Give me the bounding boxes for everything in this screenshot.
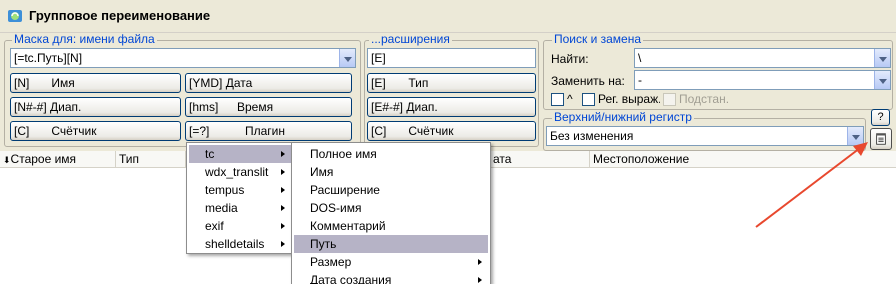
ext-type-button[interactable]: [E] Тип [367,73,536,93]
field-menu-item[interactable]: Полное имя [294,145,488,163]
caret-label: ^ [567,92,573,106]
submenu-arrow-icon [478,277,482,283]
field-menu-item[interactable]: Расширение [294,181,488,199]
replace-value: - [638,73,642,87]
regex-label: Рег. выраж. [598,92,660,106]
plugin-menu-item[interactable]: tc [189,145,291,163]
submenu-arrow-icon [281,151,285,157]
replace-combobox[interactable]: - [634,70,891,90]
regex-checkbox[interactable] [582,93,595,106]
column-old-name[interactable]: ⬇Старое имя [0,151,116,168]
column-label: ата [493,152,512,166]
replace-dropdown-button[interactable] [874,71,890,89]
button-label: Время [237,100,274,114]
button-code: [N] [14,76,30,90]
find-dropdown-button[interactable] [874,49,890,67]
plugin-menu-item[interactable]: wdx_translit [189,163,291,181]
button-label: Дата [225,76,253,90]
submenu-arrow-icon [281,187,285,193]
button-code: [YMD] [189,76,223,90]
column-label: Тип [119,152,140,166]
case-group-title: Верхний/нижний регистр [552,110,694,124]
mask-name-button[interactable]: [N] Имя [10,73,181,93]
button-code: [hms] [189,100,219,114]
button-code: [N#-#] [14,100,47,114]
field-menu-item[interactable]: Комментарий [294,217,488,235]
title-bar: Групповое переименование [0,0,896,33]
mask-plugin-button[interactable]: [=?] Плагин [185,121,352,141]
field-menu-item[interactable]: DOS-имя [294,199,488,217]
field-menu-item[interactable]: Путь [294,235,488,253]
button-label: Диап. [50,100,82,114]
menu-item-label: media [205,201,238,215]
find-label: Найти: [551,52,589,66]
submenu-arrow-icon [281,223,285,229]
replace-label: Заменить на: [551,74,625,88]
app-icon [8,10,22,22]
menu-item-label: tc [205,147,215,161]
search-group-title: Поиск и замена [552,32,644,46]
button-code: [C] [14,124,30,138]
field-menu-item[interactable]: Дата создания [294,271,488,284]
field-menu-item[interactable]: Размер [294,253,488,271]
plugin-menu-item[interactable]: exif [189,217,291,235]
ext-range-button[interactable]: [E#-#] Диап. [367,97,536,117]
mask-counter-button[interactable]: [C] Счётчик [10,121,181,141]
button-code: [=?] [189,124,210,138]
mask-value: [=tc.Путь][N] [14,51,83,65]
plugin-menu: tc wdx_translit tempus media exif shelld… [186,142,294,254]
button-label: Счётчик [408,124,454,138]
subst-label: Подстан. [679,92,730,106]
button-label: Счётчик [51,124,97,138]
mask-group-title: Маска для: имени файла [12,32,157,46]
button-code: [C] [371,124,387,138]
plugin-menu-item[interactable]: media [189,199,291,217]
ext-counter-button[interactable]: [C] Счётчик [367,121,536,141]
button-code: [E#-#] [371,100,404,114]
submenu-arrow-icon [281,241,285,247]
annotation-arrow-icon [755,142,868,228]
find-value: \ [638,51,642,65]
button-label: Диап. [406,100,438,114]
ext-mask-input[interactable]: [E] [367,48,536,68]
menu-item-label: tempus [205,183,245,197]
plugin-menu-item[interactable]: tempus [189,181,291,199]
mask-date-button[interactable]: [YMD] Дата [185,73,352,93]
mask-time-button[interactable]: [hms] Время [185,97,352,117]
button-label: Имя [51,76,75,90]
plugin-menu-item[interactable]: shelldetails [189,235,291,253]
mask-dropdown-button[interactable] [339,49,355,67]
sort-arrow-icon: ⬇ [3,155,11,165]
column-type[interactable]: Тип [116,151,186,168]
menu-item-label: Размер [310,255,352,269]
case-value: Без изменения [550,129,634,143]
mask-range-button[interactable]: [N#-#] Диап. [10,97,181,117]
caret-checkbox[interactable] [551,93,564,106]
menu-item-label: shelldetails [205,237,265,251]
window-title: Групповое переименование [29,8,211,23]
help-button[interactable]: ? [871,109,890,126]
column-date[interactable]: ата [490,151,590,168]
find-combobox[interactable]: \ [634,48,891,68]
submenu-arrow-icon [478,259,482,265]
submenu-arrow-icon [281,205,285,211]
button-code: [E] [371,76,386,90]
column-label: Старое имя [10,152,77,166]
ext-group-title: ...расширения [369,32,452,46]
field-menu: Полное имя Имя Расширение DOS-имя Коммен… [291,142,491,284]
menu-item-label: Дата создания [310,273,392,284]
column-label: Местоположение [593,152,690,166]
menu-item-label: wdx_translit [205,165,269,179]
field-menu-item[interactable]: Имя [294,163,488,181]
button-label: Тип [408,76,429,90]
button-label: Плагин [245,124,286,138]
subst-checkbox[interactable] [663,93,676,106]
menu-item-label: exif [205,219,224,233]
mask-combobox[interactable]: [=tc.Путь][N] [10,48,356,68]
submenu-arrow-icon [281,169,285,175]
